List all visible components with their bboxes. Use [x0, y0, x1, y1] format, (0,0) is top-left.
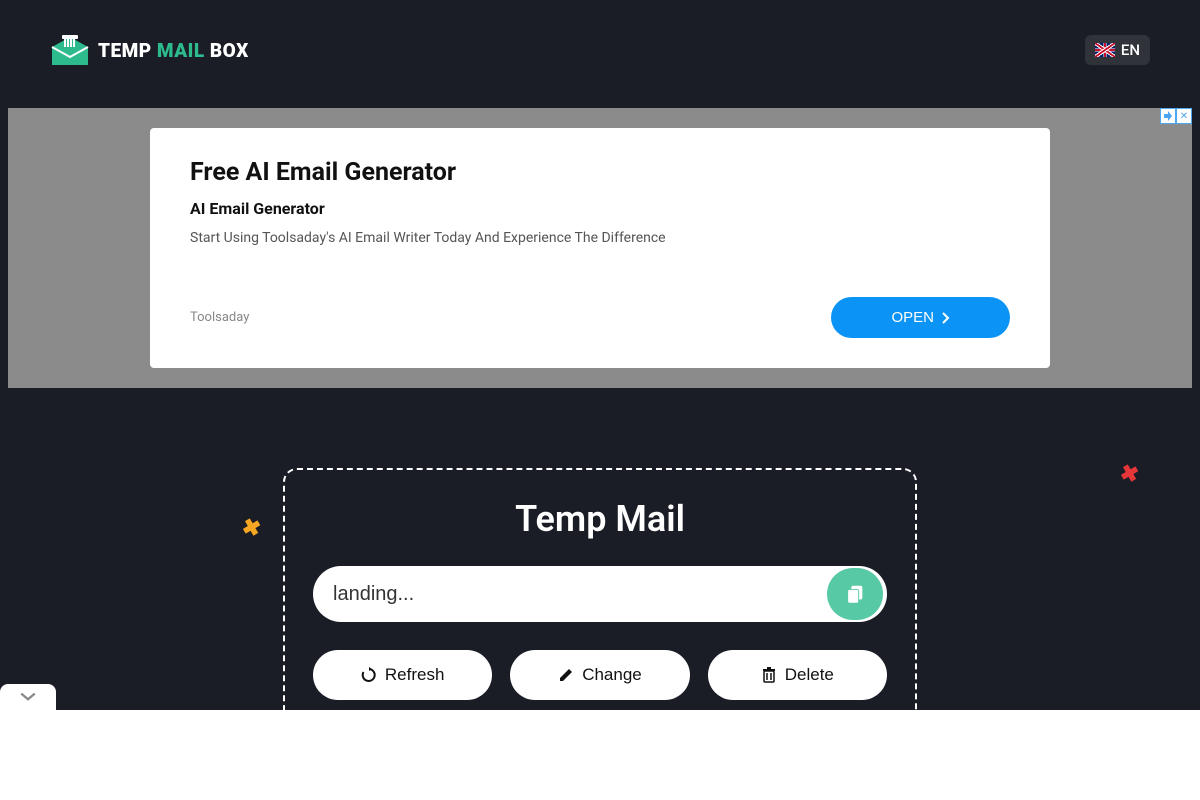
ad-info-icon[interactable] — [1160, 108, 1176, 124]
decor-x-red: ✖ — [1117, 460, 1141, 489]
decor-x-yellow: ✖ — [239, 514, 263, 543]
refresh-button[interactable]: Refresh — [313, 650, 492, 700]
temp-mail-title: Temp Mail — [313, 498, 887, 540]
ad-card[interactable]: Free AI Email Generator AI Email Generat… — [150, 128, 1050, 368]
logo-icon — [50, 31, 90, 69]
main-section: ✖ ✖ Temp Mail Refresh — [0, 468, 1200, 732]
ad-bottom-row: Toolsaday OPEN — [190, 297, 1010, 338]
copy-button[interactable] — [827, 568, 883, 620]
header: TEMP MAIL BOX EN — [0, 0, 1200, 100]
chevron-down-icon — [19, 692, 37, 702]
language-code: EN — [1121, 41, 1140, 59]
pencil-icon — [558, 667, 574, 683]
ad-close-icon[interactable]: ✕ — [1176, 108, 1192, 124]
temp-mail-card: Temp Mail Refresh — [283, 468, 917, 732]
ad-open-button[interactable]: OPEN — [831, 297, 1010, 338]
ad-title: Free AI Email Generator — [190, 158, 1010, 187]
collapse-tab[interactable] — [0, 684, 56, 710]
uk-flag-icon — [1095, 43, 1115, 57]
ad-description: Start Using Toolsaday's AI Email Writer … — [190, 230, 1010, 246]
logo[interactable]: TEMP MAIL BOX — [50, 31, 249, 69]
refresh-icon — [361, 667, 377, 683]
delete-button[interactable]: Delete — [708, 650, 887, 700]
email-input-container — [313, 566, 887, 622]
action-button-row: Refresh Change Delete — [313, 650, 887, 700]
logo-text: TEMP MAIL BOX — [98, 39, 249, 62]
copy-icon — [844, 583, 866, 605]
bottom-ad-space — [0, 710, 1200, 800]
language-selector[interactable]: EN — [1085, 35, 1150, 65]
ad-brand: Toolsaday — [190, 310, 249, 325]
trash-icon — [761, 667, 777, 683]
chevron-right-icon — [942, 312, 950, 324]
email-address-field[interactable] — [333, 583, 827, 606]
ad-subtitle: AI Email Generator — [190, 199, 1010, 218]
ad-banner: ✕ Free AI Email Generator AI Email Gener… — [8, 108, 1192, 388]
change-button[interactable]: Change — [510, 650, 689, 700]
ad-choices-controls: ✕ — [1160, 108, 1192, 124]
